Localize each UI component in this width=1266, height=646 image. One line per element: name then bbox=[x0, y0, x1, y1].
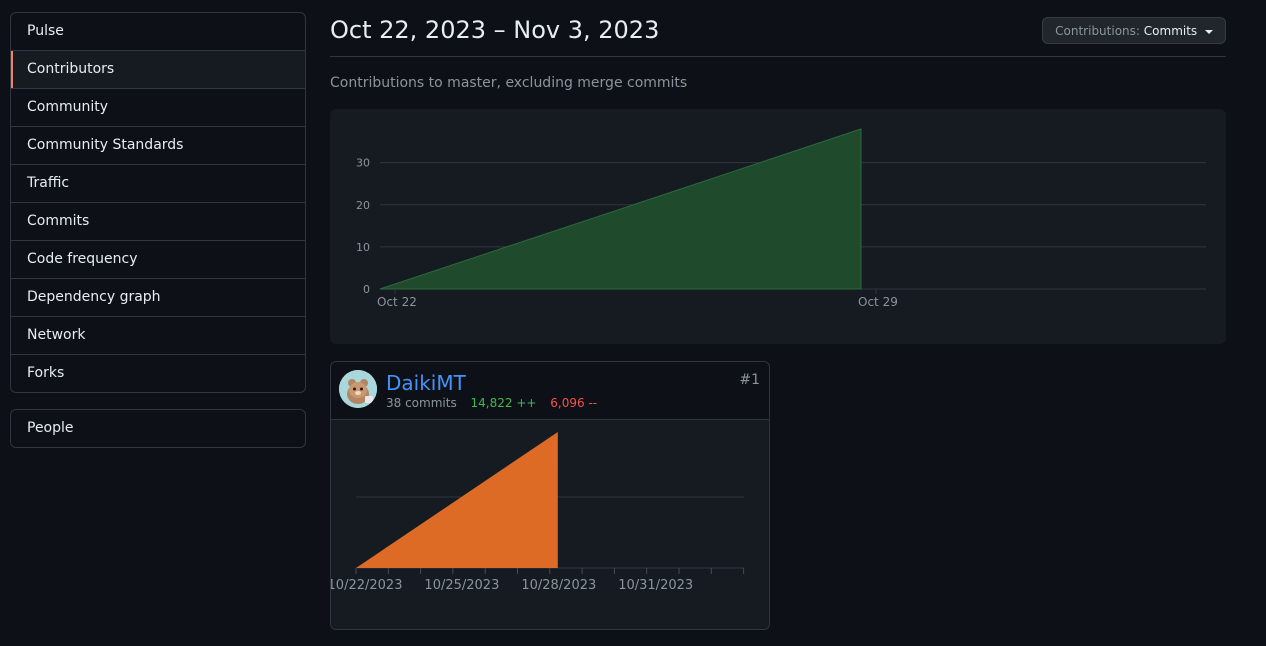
x-tick-label: 10/25/2023 bbox=[424, 578, 499, 593]
sidebar-item-pulse[interactable]: Pulse bbox=[11, 13, 305, 50]
contributor-chart-area bbox=[356, 432, 558, 568]
sidebar-item-dependency-graph[interactable]: Dependency graph bbox=[11, 278, 305, 316]
main-content: Oct 22, 2023 – Nov 3, 2023 Contributions… bbox=[330, 0, 1226, 630]
sidebar-item-traffic[interactable]: Traffic bbox=[11, 164, 305, 202]
commit-count: 38 commits bbox=[386, 396, 457, 410]
sidebar: Pulse Contributors Community Community S… bbox=[10, 12, 306, 448]
x-tick-label: 10/28/2023 bbox=[521, 578, 596, 593]
sidebar-item-community-standards[interactable]: Community Standards bbox=[11, 126, 305, 164]
contributor-rank: #1 bbox=[739, 372, 760, 388]
y-tick-label: 20 bbox=[356, 199, 370, 212]
avatar[interactable] bbox=[339, 370, 377, 408]
contributor-stats: 38 commits 14,822 ++ 6,096 -- bbox=[386, 396, 597, 410]
insights-menu: Pulse Contributors Community Community S… bbox=[10, 12, 306, 393]
avatar-icon bbox=[339, 370, 377, 408]
sidebar-item-people[interactable]: People bbox=[11, 410, 305, 447]
contributor-chart-svg: 10/22/2023 10/25/2023 10/28/2023 10/31/2023 bbox=[331, 432, 745, 593]
contributions-type-dropdown[interactable]: Contributions: Commits bbox=[1042, 17, 1226, 44]
sidebar-item-community[interactable]: Community bbox=[11, 88, 305, 126]
main-chart-area bbox=[379, 128, 862, 290]
y-tick-label: 10 bbox=[356, 241, 370, 254]
sidebar-item-network[interactable]: Network bbox=[11, 316, 305, 354]
contributor-chart: 10/22/2023 10/25/2023 10/28/2023 10/31/2023 bbox=[331, 420, 769, 629]
x-tick-label: Oct 22 bbox=[377, 295, 417, 309]
x-tick-label: Oct 29 bbox=[858, 295, 898, 309]
deletions-count: 6,096 -- bbox=[550, 396, 598, 410]
x-tick-label: 10/31/2023 bbox=[618, 578, 693, 593]
contributor-card: DaikiMT 38 commits 14,822 ++ 6,096 -- #1… bbox=[330, 361, 770, 630]
page-header: Oct 22, 2023 – Nov 3, 2023 Contributions… bbox=[330, 0, 1226, 57]
contributor-card-header: DaikiMT 38 commits 14,822 ++ 6,096 -- #1 bbox=[331, 362, 769, 420]
x-tick-label: 10/22/2023 bbox=[331, 578, 402, 593]
sidebar-item-contributors[interactable]: Contributors bbox=[11, 50, 305, 88]
contributions-label: Contributions: bbox=[1055, 24, 1140, 38]
additions-count: 14,822 ++ bbox=[470, 396, 537, 410]
main-chart-svg: 0 10 20 30 Oct 22 Oct 29 bbox=[356, 128, 1206, 309]
caret-down-icon bbox=[1205, 29, 1213, 34]
sidebar-item-code-frequency[interactable]: Code frequency bbox=[11, 240, 305, 278]
y-tick-label: 0 bbox=[363, 283, 370, 296]
contributor-username-link[interactable]: DaikiMT bbox=[386, 371, 466, 395]
contributions-value: Commits bbox=[1143, 24, 1198, 38]
main-contributions-chart: 0 10 20 30 Oct 22 Oct 29 bbox=[330, 109, 1226, 344]
chart-subtitle: Contributions to master, excluding merge… bbox=[330, 75, 688, 91]
sidebar-item-commits[interactable]: Commits bbox=[11, 202, 305, 240]
people-menu: People bbox=[10, 409, 306, 448]
y-tick-label: 30 bbox=[356, 157, 370, 170]
page-title: Oct 22, 2023 – Nov 3, 2023 bbox=[330, 16, 660, 44]
sidebar-item-forks[interactable]: Forks bbox=[11, 354, 305, 392]
